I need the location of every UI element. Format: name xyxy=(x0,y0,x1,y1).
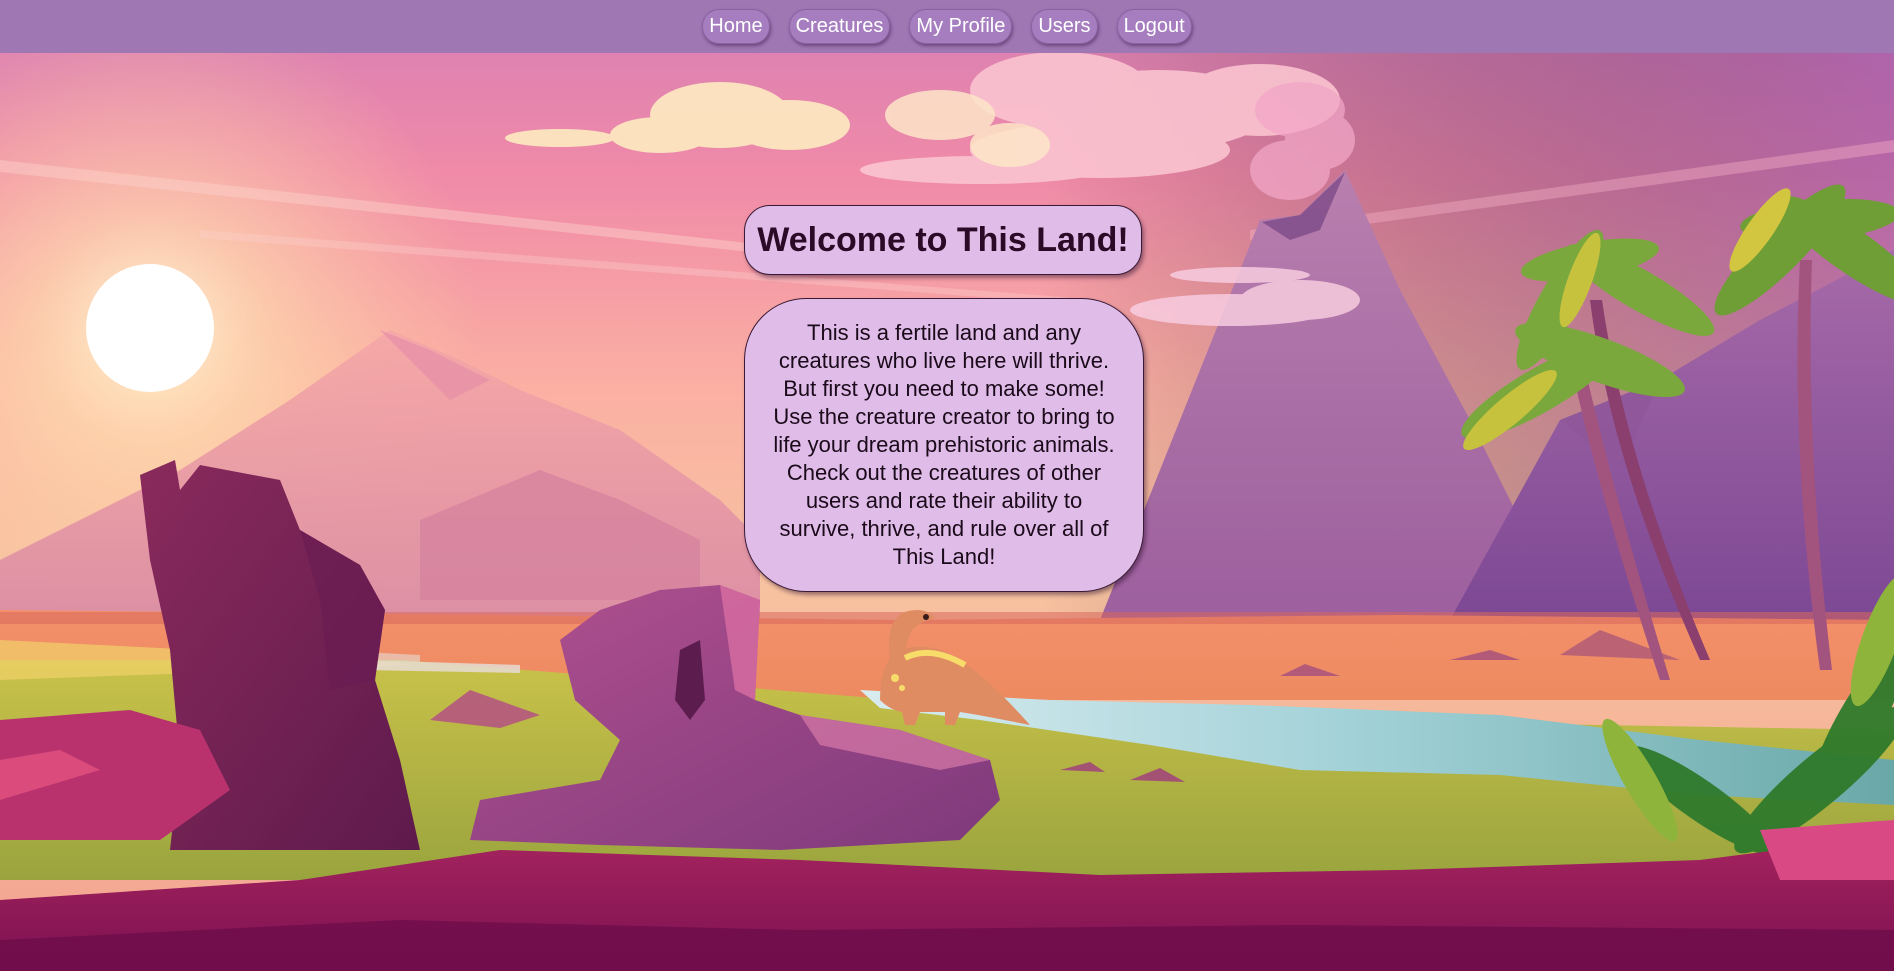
intro-panel: This is a fertile land and any creatures… xyxy=(744,298,1144,592)
intro-description: This is a fertile land and any creatures… xyxy=(773,320,1115,569)
top-navbar: Home Creatures My Profile Users Logout xyxy=(0,0,1894,53)
nav-users-button[interactable]: Users xyxy=(1031,9,1098,44)
welcome-title-panel: Welcome to This Land! xyxy=(744,205,1142,275)
nav-home-button[interactable]: Home xyxy=(702,9,770,44)
page-title: Welcome to This Land! xyxy=(757,220,1129,259)
nav-creatures-button[interactable]: Creatures xyxy=(788,9,891,44)
nav-logout-button[interactable]: Logout xyxy=(1116,9,1192,44)
nav-my-profile-button[interactable]: My Profile xyxy=(909,9,1013,44)
page: Home Creatures My Profile Users Logout W… xyxy=(0,0,1894,971)
